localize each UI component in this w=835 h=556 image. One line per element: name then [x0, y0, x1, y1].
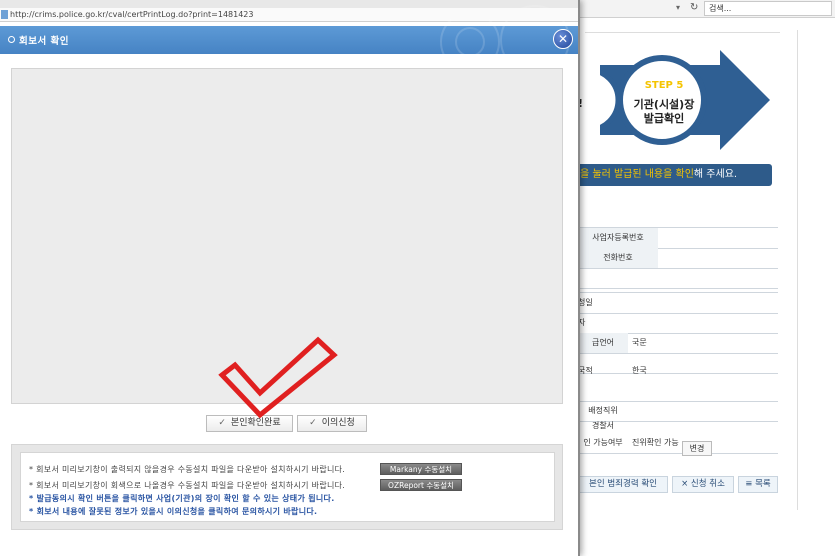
row-label: 청일자: [578, 298, 593, 327]
red-checkmark-annotation: [218, 336, 338, 419]
list-button[interactable]: ≡ 목록: [738, 476, 778, 493]
banner-suffix: 해 주세요.: [693, 169, 738, 180]
table-row: 인 가능여부 진위확인 가능: [578, 433, 778, 454]
row-value: 진위확인 가능: [632, 438, 679, 447]
change-button[interactable]: 변경: [682, 441, 712, 456]
row-label: 사업자등록번호: [578, 228, 658, 248]
divider: [585, 32, 780, 33]
table-row: 국적 한국: [578, 361, 778, 381]
row-value: [658, 228, 662, 248]
divider: [797, 30, 798, 510]
table-row: [578, 268, 778, 289]
notice-line: * 회보서 내용에 잘못된 정보가 있을시 이의신청을 클릭하여 문의하시기 바…: [29, 507, 318, 516]
info-table: 사업자등록번호 전화번호: [578, 227, 778, 289]
popup-titlebar: [0, 0, 578, 8]
table-row: [578, 313, 778, 334]
circle-bullet-icon: [8, 36, 15, 43]
markany-install-button[interactable]: Markany 수동설치: [380, 463, 462, 475]
refresh-icon[interactable]: ↻: [690, 2, 698, 13]
row-value: 한국: [632, 366, 647, 375]
step5-label: STEP 5: [644, 80, 684, 91]
table-row: 급언어 국문: [578, 333, 778, 354]
notice-line: * 회보서 미리보기창이 회색으로 나올경우 수동설치 파일을 다운받아 설치하…: [29, 481, 346, 490]
chevron-down-icon[interactable]: ▾: [676, 3, 680, 12]
instruction-banner: 을 눌러 발급된 내용을 확인해 주세요.: [578, 164, 772, 186]
banner-highlight: 을 눌러 발급된 내용을 확인: [580, 169, 694, 180]
row-value: 국문: [632, 338, 647, 347]
table-row: [578, 381, 778, 402]
table-row: 사업자등록번호: [578, 228, 778, 249]
cancel-request-button[interactable]: × 신청 취소: [672, 476, 734, 493]
search-input[interactable]: 검색...: [704, 1, 832, 16]
row-label: 인 가능여부: [583, 438, 623, 447]
check-record-button[interactable]: 본인 범죄경력 확인: [578, 476, 668, 493]
row-label: 국적: [578, 366, 593, 375]
row-value: [658, 248, 662, 268]
notice-line: * 발급동의시 확인 버튼을 클릭하면 사업(기관)의 장이 확인 할 수 있는…: [29, 494, 335, 503]
table-row: 청일자: [578, 293, 778, 327]
notice-line: * 회보서 미리보기창이 출력되지 않을경우 수동설치 파일을 다운받아 설치하…: [29, 465, 346, 474]
info-table: 청일자 급언어 국문 국적 한국 배정직위 경찰서 인 가능여부 진위확인 가능: [578, 292, 778, 492]
ozreport-install-button[interactable]: OZReport 수동설치: [380, 479, 462, 491]
row-label: 급언어: [578, 333, 628, 353]
row-label: 전화번호: [578, 248, 658, 268]
page-icon: [1, 10, 8, 19]
popup-title: 회보서 확인: [19, 36, 70, 47]
decorative-circle: [455, 27, 485, 57]
step5-title: 발급확인: [643, 112, 685, 125]
close-icon[interactable]: ✕: [553, 29, 573, 49]
table-row: 전화번호: [578, 248, 778, 269]
